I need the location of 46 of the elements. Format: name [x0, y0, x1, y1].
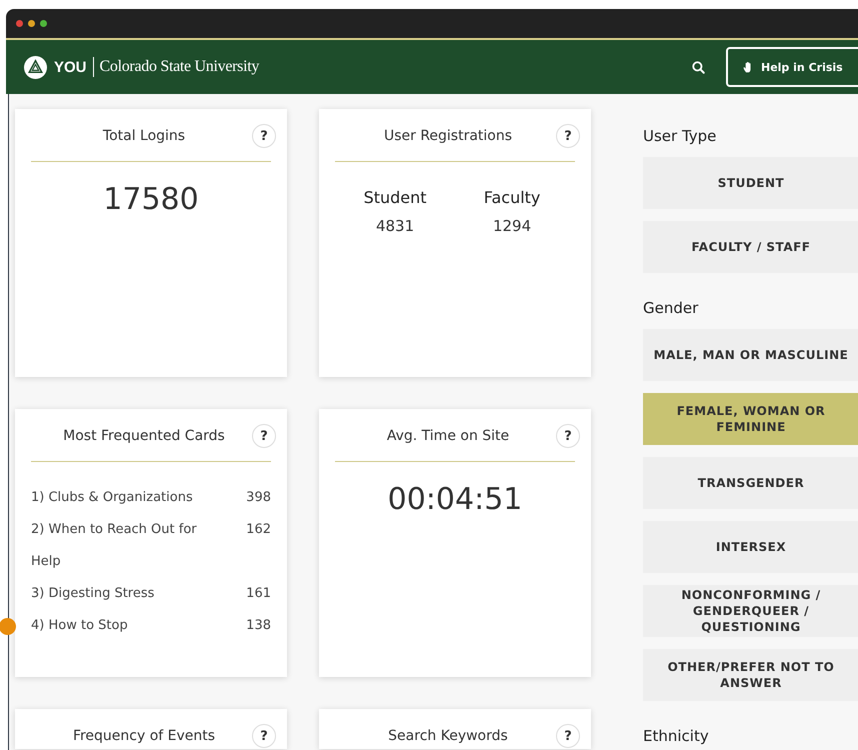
- card-title: Frequency of Events: [72, 728, 216, 744]
- university-name: Colorado State University: [100, 58, 260, 76]
- stat-value: 00:04:51: [386, 482, 524, 517]
- filter-option[interactable]: INTERSEX: [643, 521, 858, 573]
- card-name: 4) How to Stop: [31, 617, 128, 635]
- filter-option[interactable]: NONCONFORMING / GENDERQUEER / QUESTIONING: [643, 585, 858, 637]
- help-button[interactable]: ?: [556, 424, 580, 448]
- card-title: Avg. Time on Site: [386, 428, 510, 444]
- visit-count: 162: [245, 521, 271, 539]
- stat-value: 1294: [492, 217, 532, 235]
- stat-label: Student: [364, 188, 427, 207]
- card-name: 2) When to Reach Out for Help: [31, 521, 198, 571]
- logo-icon: [24, 56, 47, 78]
- card-title: User Registrations: [384, 128, 512, 144]
- logo-text: YOU: [54, 58, 87, 76]
- close-window-icon[interactable]: [16, 20, 23, 27]
- filter-heading: Gender: [643, 299, 700, 317]
- maximize-window-icon[interactable]: [40, 20, 47, 27]
- help-in-crisis-button[interactable]: Help in Crisis: [726, 47, 858, 87]
- minimize-window-icon[interactable]: [28, 20, 35, 27]
- visit-count: 138: [245, 617, 271, 635]
- search-icon[interactable]: [691, 60, 706, 74]
- card-title: Most Frequented Cards: [63, 428, 225, 444]
- card-title: Search Keywords: [388, 728, 508, 744]
- visit-count: 161: [245, 585, 271, 603]
- card-name: 3) Digesting Stress: [31, 585, 154, 603]
- stat-value: 17580: [102, 182, 200, 217]
- filter-option[interactable]: FEMALE, WOMAN OR FEMININE: [643, 393, 858, 445]
- filter-heading: User Type: [643, 127, 718, 145]
- filter-option[interactable]: TRANSGENDER: [643, 457, 858, 509]
- help-button[interactable]: ?: [252, 124, 276, 148]
- filter-heading: Ethnicity: [643, 727, 710, 745]
- stat-value: 4831: [376, 217, 414, 235]
- card-name: 1) Clubs & Organizations: [31, 489, 193, 507]
- card-title: Total Logins: [102, 128, 186, 144]
- help-button[interactable]: ?: [556, 124, 580, 148]
- help-button[interactable]: ?: [252, 424, 276, 448]
- filter-option[interactable]: MALE, MAN OR MASCULINE: [643, 329, 858, 381]
- stat-label: Faculty: [484, 188, 540, 207]
- help-button[interactable]: ?: [556, 724, 580, 748]
- visit-count: 398: [245, 489, 271, 507]
- help-button[interactable]: ?: [252, 724, 276, 748]
- filter-option[interactable]: FACULTY / STAFF: [643, 221, 858, 273]
- filter-option[interactable]: STUDENT: [643, 157, 858, 209]
- filter-option[interactable]: OTHER/PREFER NOT TO ANSWER: [643, 649, 858, 701]
- scroll-marker-icon: [0, 618, 16, 635]
